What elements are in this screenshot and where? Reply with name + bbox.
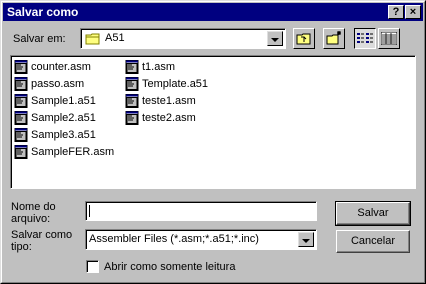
file-name: passo.asm: [31, 78, 85, 90]
file-type-dropdown-button[interactable]: [298, 232, 314, 247]
read-only-checkbox[interactable]: [86, 260, 99, 273]
file-name: Sample2.a51: [31, 112, 96, 124]
file-name: Sample3.a51: [31, 129, 96, 141]
read-only-label[interactable]: Abrir como somente leitura: [104, 261, 235, 273]
asm-file-icon: [125, 111, 139, 130]
save-button[interactable]: Salvar: [335, 201, 411, 226]
file-list[interactable]: counter.asm passo.asm Sample1.a51 Sample2.a…: [10, 55, 416, 189]
list-view-icon: [357, 32, 373, 48]
asm-file-icon: [14, 145, 28, 164]
save-in-dropdown-button[interactable]: [267, 31, 283, 46]
file-name-label: Nome do arquivo:: [11, 201, 56, 225]
file-type-label: Salvar como tipo:: [11, 229, 73, 253]
folder-icon: [85, 32, 101, 49]
file-name: teste1.asm: [142, 95, 196, 107]
up-one-level-icon: [296, 31, 312, 49]
save-in-combo[interactable]: A51: [80, 28, 286, 49]
file-name-input[interactable]: [85, 201, 317, 221]
new-folder-icon: [326, 31, 342, 49]
title-bar[interactable]: Salvar como ? ×: [3, 3, 423, 21]
file-name: Template.a51: [142, 78, 209, 90]
save-in-value: A51: [105, 32, 125, 44]
close-button[interactable]: ×: [405, 5, 421, 19]
file-name: SampleFER.asm: [31, 146, 115, 158]
file-name: t1.asm: [142, 61, 176, 73]
file-name: counter.asm: [31, 61, 91, 73]
file-name: Sample1.a51: [31, 95, 96, 107]
details-view-icon: [380, 31, 398, 48]
up-one-level-button[interactable]: [293, 28, 315, 49]
save-as-dialog: Salvar como ? × Salvar em: A51 counter.a…: [0, 0, 426, 284]
file-type-combo[interactable]: Assembler Files (*.asm;*.a51;*.inc): [85, 229, 317, 250]
details-view-button[interactable]: [378, 28, 400, 49]
cancel-button[interactable]: Cancelar: [336, 230, 410, 253]
new-folder-button[interactable]: [323, 28, 345, 49]
save-in-label: Salvar em:: [13, 33, 66, 45]
file-name: teste2.asm: [142, 112, 196, 124]
list-view-button[interactable]: [354, 28, 376, 49]
file-type-value: Assembler Files (*.asm;*.a51;*.inc): [89, 233, 259, 245]
help-button[interactable]: ?: [388, 5, 404, 19]
text-caret: [89, 205, 90, 217]
window-title: Salvar como: [7, 5, 79, 19]
